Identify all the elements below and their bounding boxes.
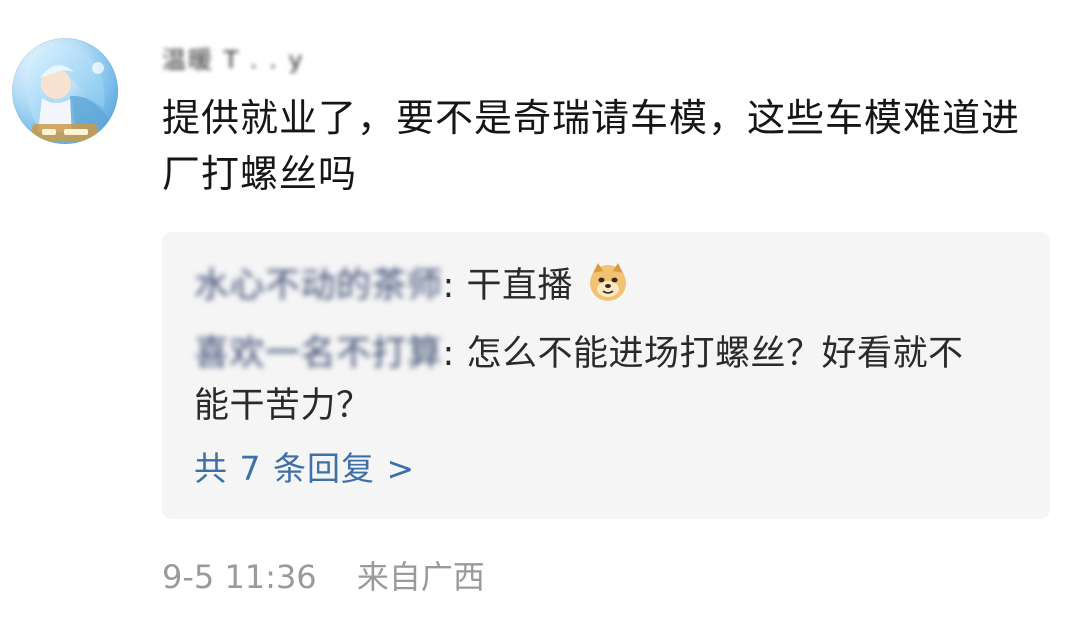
- doge-icon: [587, 261, 629, 303]
- comment-time: 9-5 11:36: [162, 558, 317, 596]
- comment-text: 提供就业了，要不是奇瑞请车模，这些车模难道进厂打螺丝吗: [162, 96, 1021, 196]
- replies-panel[interactable]: 水心不动的茶师: 干直播 喜欢一名不打算: 怎么不能进场打螺丝？好看就不能干苦力…: [162, 232, 1050, 519]
- comment-meta: 9-5 11:36 来自广西: [162, 554, 485, 600]
- reply-separator: :: [442, 334, 455, 374]
- view-all-replies-link[interactable]: 共 7 条回复 >: [194, 445, 415, 493]
- username[interactable]: 温暖 T . . y: [162, 40, 305, 74]
- avatar-character-image: [27, 46, 108, 142]
- reply-item[interactable]: 水心不动的茶师: 干直播: [194, 260, 1014, 312]
- avatar[interactable]: [12, 38, 118, 144]
- reply-text: 干直播: [466, 266, 573, 306]
- reply-item[interactable]: 喜欢一名不打算: 怎么不能进场打螺丝？好看就不能干苦力？: [194, 328, 994, 432]
- reply-separator: :: [442, 266, 455, 306]
- reply-author[interactable]: 水心不动的茶师: [194, 260, 443, 312]
- comment-location: 来自广西: [356, 558, 485, 596]
- reply-author[interactable]: 喜欢一名不打算: [194, 328, 443, 380]
